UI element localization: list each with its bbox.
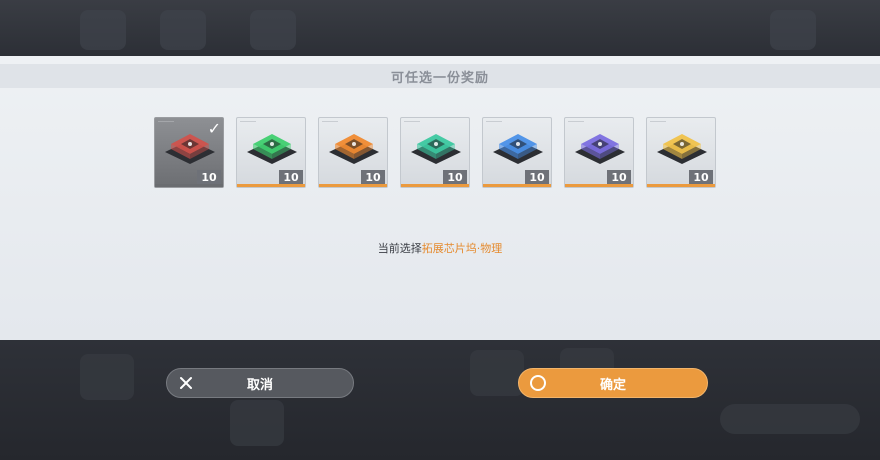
confirm-label: 确定 — [599, 377, 626, 393]
rarity-bar — [483, 184, 551, 187]
checkmark-icon: ✓ — [207, 119, 221, 138]
background-shape — [770, 10, 816, 50]
dialog-title: 可任选一份奖励 — [0, 64, 880, 88]
card-decoration — [240, 121, 256, 122]
reward-list: ✓ 10 10 10 10 10 10 10 — [154, 117, 716, 189]
reward-card-green[interactable]: 10 — [236, 117, 306, 188]
quantity-badge: 10 — [197, 170, 221, 184]
rarity-bar — [647, 184, 715, 187]
background-shape — [250, 10, 296, 50]
rarity-bar — [401, 184, 469, 187]
background-top — [0, 0, 880, 56]
quantity-badge: 10 — [361, 170, 385, 184]
close-icon — [180, 377, 192, 389]
background-shape — [470, 350, 524, 396]
reward-card-blue[interactable]: 10 — [482, 117, 552, 188]
confirm-button[interactable]: 确定 — [518, 368, 708, 398]
chip-dock-icon — [657, 134, 707, 164]
reward-card-yellow[interactable]: 10 — [646, 117, 716, 188]
card-decoration — [486, 121, 502, 122]
selection-name: 拓展芯片坞·物理 — [421, 242, 503, 255]
reward-selection-panel: 可任选一份奖励 — [0, 56, 880, 340]
card-decoration — [650, 121, 666, 122]
card-decoration — [322, 121, 338, 122]
quantity-badge: 10 — [279, 170, 303, 184]
background-bottom — [0, 340, 880, 460]
reward-card-purple[interactable]: 10 — [564, 117, 634, 188]
rarity-bar — [319, 184, 387, 187]
quantity-badge: 10 — [443, 170, 467, 184]
background-shape — [80, 10, 126, 50]
cancel-button[interactable]: 取消 — [166, 368, 354, 398]
card-decoration — [158, 121, 174, 122]
reward-card-teal[interactable]: 10 — [400, 117, 470, 188]
rarity-bar — [237, 184, 305, 187]
chip-dock-icon — [575, 134, 625, 164]
chip-dock-icon — [247, 134, 297, 164]
rarity-bar — [155, 184, 223, 187]
circle-icon — [530, 375, 546, 391]
card-decoration — [568, 121, 584, 122]
quantity-badge: 10 — [607, 170, 631, 184]
background-shape — [80, 354, 134, 400]
reward-card-physical[interactable]: ✓ 10 — [154, 117, 224, 188]
chip-dock-icon — [329, 134, 379, 164]
rarity-bar — [565, 184, 633, 187]
quantity-badge: 10 — [689, 170, 713, 184]
background-shape — [160, 10, 206, 50]
selection-prefix: 当前选择 — [377, 242, 422, 255]
quantity-badge: 10 — [525, 170, 549, 184]
reward-card-orange[interactable]: 10 — [318, 117, 388, 188]
card-decoration — [404, 121, 420, 122]
current-selection-text: 当前选择拓展芯片坞·物理 — [0, 240, 880, 256]
background-shape — [230, 400, 284, 446]
chip-dock-icon — [411, 134, 461, 164]
background-shape — [720, 404, 860, 434]
chip-dock-icon — [493, 134, 543, 164]
